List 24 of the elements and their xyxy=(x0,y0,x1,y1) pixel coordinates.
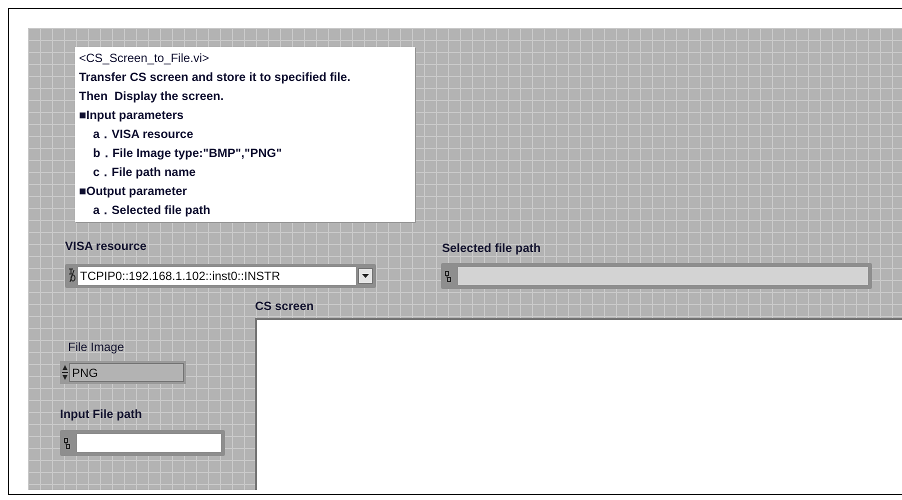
control-label: CS screen xyxy=(255,299,314,313)
comment-line: ■Output parameter xyxy=(79,183,188,200)
path-icon xyxy=(445,270,451,282)
comment-line: <CS_Screen_to_File.vi> xyxy=(79,50,210,67)
io-icon xyxy=(68,268,76,284)
dropdown-button[interactable] xyxy=(358,268,373,284)
caret-icon xyxy=(362,274,369,278)
control-label: Input File path xyxy=(60,407,142,421)
comment-line: a．Selected file path xyxy=(92,202,212,219)
path-icon xyxy=(64,438,70,448)
comment-line: a．VISA resource xyxy=(92,126,194,143)
up-down-arrows-icon xyxy=(62,364,68,381)
comment-line: Transfer CS screen and store it to specified file. xyxy=(79,69,352,86)
control-label: File Image xyxy=(68,340,124,354)
comment-line: Then Display the screen. xyxy=(79,88,225,105)
comment-line: ■Input parameters xyxy=(79,107,185,124)
comment-line: b．File Image type:"BMP","PNG" xyxy=(92,145,283,162)
visa-resource-value: TCPIP0::192.168.1.102::inst0::INSTR xyxy=(78,267,356,285)
visa-resource-dropdown[interactable]: TCPIP0::192.168.1.102::inst0::INSTR xyxy=(65,264,376,288)
control-label: Selected file path xyxy=(442,241,541,255)
comment-line: c．File path name xyxy=(92,164,197,181)
file-image-value: PNG xyxy=(69,363,184,382)
control-label: VISA resource xyxy=(65,239,147,253)
file-image-selector[interactable]: PNG xyxy=(60,361,186,384)
